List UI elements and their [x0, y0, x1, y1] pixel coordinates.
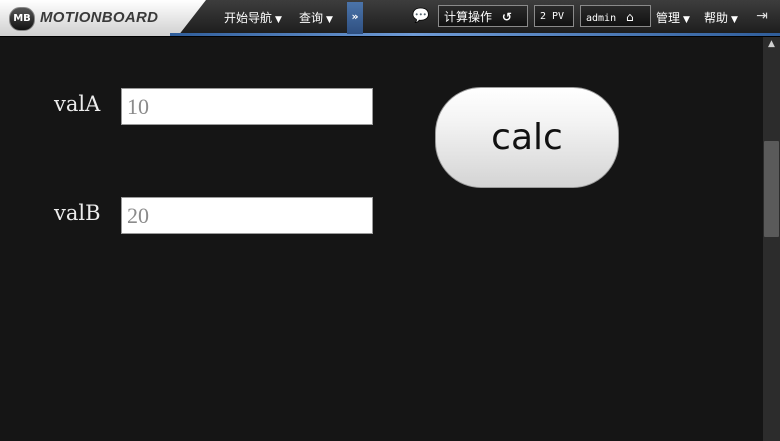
user-name: admin	[586, 13, 617, 24]
menu-manage-label: 管理	[656, 11, 681, 25]
menu-start-nav-label: 开始导航	[224, 11, 273, 25]
calc-operation-label: 计算操作	[444, 10, 493, 24]
scrollbar-thumb[interactable]	[764, 141, 779, 237]
val-a-input[interactable]	[121, 88, 373, 125]
logout-icon[interactable]: ⇥	[753, 7, 771, 25]
calc-operation-button[interactable]: 计算操作 ↺	[438, 5, 528, 27]
val-b-input[interactable]	[121, 197, 373, 234]
toolbar-accent-line	[170, 33, 780, 36]
user-home-button[interactable]: admin ⌂	[580, 5, 651, 27]
double-chevron-down-icon: »	[351, 10, 359, 23]
caret-down-icon: ▼	[683, 15, 690, 25]
caret-down-icon: ▼	[326, 15, 333, 25]
menu-query[interactable]: 查询 ▼	[299, 9, 333, 26]
menu-help[interactable]: 帮助 ▼	[704, 9, 738, 26]
menu-help-label: 帮助	[704, 11, 729, 25]
top-toolbar: MB MOTIONBOARD 开始导航 ▼ 查询 ▼ » 💬 计算操作 ↺ 2 PV…	[0, 0, 780, 37]
logo-badge-icon: MB	[9, 7, 35, 31]
val-b-label: valB	[54, 201, 101, 225]
app-logo-text: MOTIONBOARD	[40, 9, 159, 26]
logo-panel: MB MOTIONBOARD	[0, 0, 206, 36]
caret-down-icon: ▼	[731, 15, 738, 25]
refresh-icon: ↺	[501, 10, 512, 24]
menu-start-nav[interactable]: 开始导航 ▼	[224, 9, 282, 26]
more-menu-button[interactable]: »	[347, 2, 363, 34]
scroll-up-arrow-icon[interactable]: ▲	[763, 37, 780, 51]
menu-manage[interactable]: 管理 ▼	[656, 9, 690, 26]
menu-query-label: 查询	[299, 11, 324, 25]
vertical-scrollbar[interactable]: ▲	[763, 37, 780, 441]
caret-down-icon: ▼	[275, 15, 282, 25]
chat-bubble-icon[interactable]: 💬	[412, 7, 430, 25]
home-icon: ⌂	[625, 10, 634, 24]
val-a-label: valA	[54, 92, 101, 116]
calc-button[interactable]: calc	[435, 87, 619, 188]
pv-button[interactable]: 2 PV	[534, 5, 574, 27]
